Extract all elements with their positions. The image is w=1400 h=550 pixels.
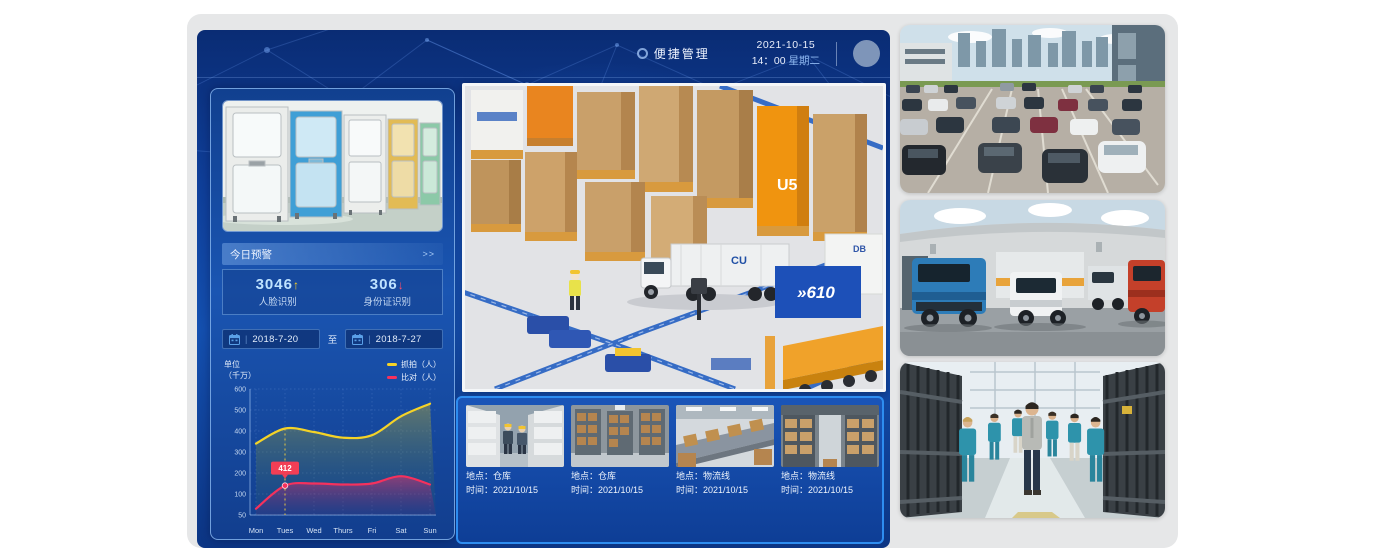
legend-label: 比对（人） [401, 372, 441, 383]
chart-unit-label: 单位 （千万） [224, 359, 256, 381]
stat-label: 人脸识别 [259, 294, 297, 308]
date-range-to-label: 至 [328, 332, 338, 346]
svg-text:Thurs: Thurs [333, 526, 352, 535]
app-logo-icon [637, 48, 648, 59]
stat-face-recognition: 3046↑ 人脸识别 [223, 270, 333, 314]
stat-value: 306↓ [370, 276, 405, 293]
header-datetime: 2021-10-15 14：00 星期二 [752, 38, 820, 68]
svg-text:DB: DB [853, 244, 866, 254]
end-date-value: 2018-7-27 [376, 334, 422, 345]
main-monitor-image: U5 DB CU [462, 83, 886, 392]
right-gate [1103, 362, 1165, 518]
calendar-icon [229, 334, 240, 345]
camera-feed-3[interactable]: 地点：物流线 时间：2021/10/15 [676, 405, 774, 535]
trucks-photo [900, 200, 1165, 356]
stats-box: 3046↑ 人脸识别 306↓ 身份证识别 [222, 269, 443, 315]
camera-panel: 地点：仓库 时间：2021/10/15 地点：仓库 时间：20 [456, 396, 884, 544]
chart-legend: 抓拍（人） 比对（人） [387, 359, 441, 383]
legend-item: 抓拍（人） [387, 359, 441, 370]
svg-text:412: 412 [278, 464, 292, 473]
content-card: 便捷管理 2021-10-15 14：00 星期二 [187, 14, 1178, 548]
alert-title: 今日预警 [230, 247, 272, 262]
camera-location: 地点：仓库 [466, 469, 564, 483]
legend-swatch [387, 363, 397, 366]
svg-text:Sun: Sun [423, 526, 436, 535]
svg-text:U5: U5 [777, 177, 798, 194]
header-weekday: 星期二 [789, 55, 821, 67]
camera-feed-2[interactable]: 地点：仓库 时间：2021/10/15 [571, 405, 669, 535]
svg-text:Wed: Wed [306, 526, 321, 535]
camera-feed-4[interactable]: 地点：物流线 时间：2021/10/15 [781, 405, 879, 535]
stat-id-recognition: 306↓ 身份证识别 [333, 270, 443, 314]
camera-thumbnail [571, 405, 669, 467]
legend-swatch [387, 376, 397, 379]
svg-text:CU: CU [731, 255, 747, 267]
stat-value: 3046↑ [256, 276, 300, 293]
svg-text:300: 300 [234, 450, 246, 457]
alert-more-link[interactable]: >> [422, 249, 435, 259]
header-time-row: 14：00 星期二 [752, 54, 820, 69]
svg-text:Mon: Mon [249, 526, 264, 535]
page: 便捷管理 2021-10-15 14：00 星期二 [0, 0, 1400, 550]
workers-photo [900, 362, 1165, 518]
user-avatar[interactable] [853, 40, 880, 67]
svg-text:Fri: Fri [368, 526, 377, 535]
legend-label: 抓拍（人） [401, 359, 441, 370]
camera-time: 时间：2021/10/15 [781, 483, 879, 497]
camera-location: 地点：物流线 [676, 469, 774, 483]
svg-text:400: 400 [234, 429, 246, 436]
legend-item: 比对（人） [387, 372, 441, 383]
svg-text:600: 600 [234, 387, 246, 394]
cabinet-photo [222, 100, 443, 232]
svg-text:50: 50 [238, 513, 246, 520]
sidebar-panel: 今日预警 >> 3046↑ 人脸识别 306↓ 身份证识别 [210, 88, 455, 540]
dashboard-header: 便捷管理 2021-10-15 14：00 星期二 [197, 30, 890, 78]
camera-feed-1[interactable]: 地点：仓库 时间：2021/10/15 [466, 405, 564, 535]
stat-label: 身份证识别 [363, 294, 411, 308]
left-gate [900, 362, 962, 518]
calendar-icon [352, 334, 363, 345]
camera-thumbnail [781, 405, 879, 467]
svg-text:200: 200 [234, 471, 246, 478]
app-title-wrap: 便捷管理 [637, 45, 710, 62]
svg-text:Sat: Sat [395, 526, 407, 535]
camera-location: 地点：物流线 [781, 469, 879, 483]
start-date-picker[interactable]: | 2018-7-20 [222, 329, 320, 349]
chart-top-row: 单位 （千万） 抓拍（人） 比对（人） [222, 359, 443, 383]
down-arrow-icon: ↓ [398, 278, 405, 292]
end-date-picker[interactable]: | 2018-7-27 [345, 329, 443, 349]
header-time: 14：00 [752, 55, 786, 67]
trend-chart: 单位 （千万） 抓拍（人） 比对（人） 600 500 400 300 200 100 50M… [222, 359, 443, 543]
camera-time: 时间：2021/10/15 [466, 483, 564, 497]
camera-time: 时间：2021/10/15 [676, 483, 774, 497]
camera-thumbnail [466, 405, 564, 467]
dashboard: 便捷管理 2021-10-15 14：00 星期二 [197, 30, 890, 548]
header-divider [836, 42, 837, 66]
svg-text:500: 500 [234, 408, 246, 415]
camera-location: 地点：仓库 [571, 469, 669, 483]
date-range-row: | 2018-7-20 至 | 2018-7-27 [222, 329, 443, 349]
parking-photo [900, 25, 1165, 193]
camera-time: 时间：2021/10/15 [571, 483, 669, 497]
date-btn-separator: | [245, 334, 247, 344]
app-title: 便捷管理 [654, 45, 710, 62]
header-date: 2021-10-15 [752, 38, 820, 53]
alert-section-header: 今日预警 >> [222, 243, 443, 265]
date-btn-separator: | [368, 334, 370, 344]
camera-thumbnail [676, 405, 774, 467]
up-arrow-icon: ↑ [293, 278, 300, 292]
trend-chart-plot: 600 500 400 300 200 100 50Mon Tues Wed Thurs Fri Sa… [222, 383, 443, 543]
svg-text:Tues: Tues [277, 526, 294, 535]
svg-text:»610: »610 [797, 283, 835, 302]
start-date-value: 2018-7-20 [252, 334, 298, 345]
svg-text:100: 100 [234, 492, 246, 499]
